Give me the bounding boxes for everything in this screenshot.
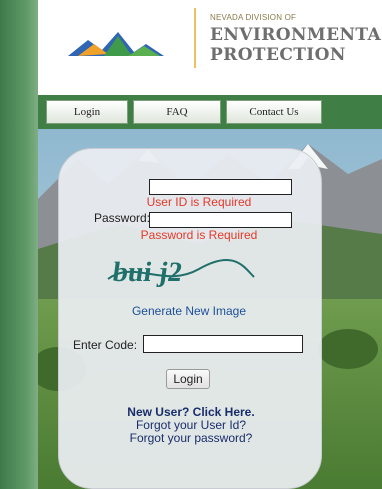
site-header: NEVADA DIVISION OF ENVIRONMENTAL PROTECT… [38,0,382,95]
userid-error: User ID is Required [146,195,252,209]
forgot-password-link[interactable]: Forgot your password? [99,432,283,445]
generate-new-image-link[interactable]: Generate New Image [89,304,289,318]
captcha-text: bui j2 [111,257,185,288]
nav-faq-button[interactable]: FAQ [133,100,221,124]
password-label: Password: [93,211,150,225]
login-button[interactable]: Login [166,369,210,389]
new-user-link[interactable]: New User? Click Here. [99,405,283,419]
password-input[interactable] [149,212,292,228]
enter-code-label: Enter Code: [73,338,138,352]
org-name: ENVIRONMENTAL PROTECTION [210,25,382,65]
org-name-small: NEVADA DIVISION OF [210,13,297,22]
captcha-code-input[interactable] [143,335,303,353]
nav-bar: Login FAQ Contact Us [38,95,382,129]
captcha-image: bui j2 [107,257,255,288]
side-accent-bar [0,0,38,489]
logo-divider [194,8,196,68]
account-links: New User? Click Here. Forgot your User I… [99,405,283,445]
mountain-logo-icon [68,32,164,56]
userid-input[interactable] [149,179,292,195]
password-error: Password is Required [140,228,258,242]
nav-contact-button[interactable]: Contact Us [226,100,322,124]
org-name-line1: ENVIRONMENTAL [210,25,382,45]
nav-login-button[interactable]: Login [46,100,128,124]
org-name-line2: PROTECTION [210,45,346,65]
login-panel: User ID: User ID is Required Password: P… [58,148,322,489]
